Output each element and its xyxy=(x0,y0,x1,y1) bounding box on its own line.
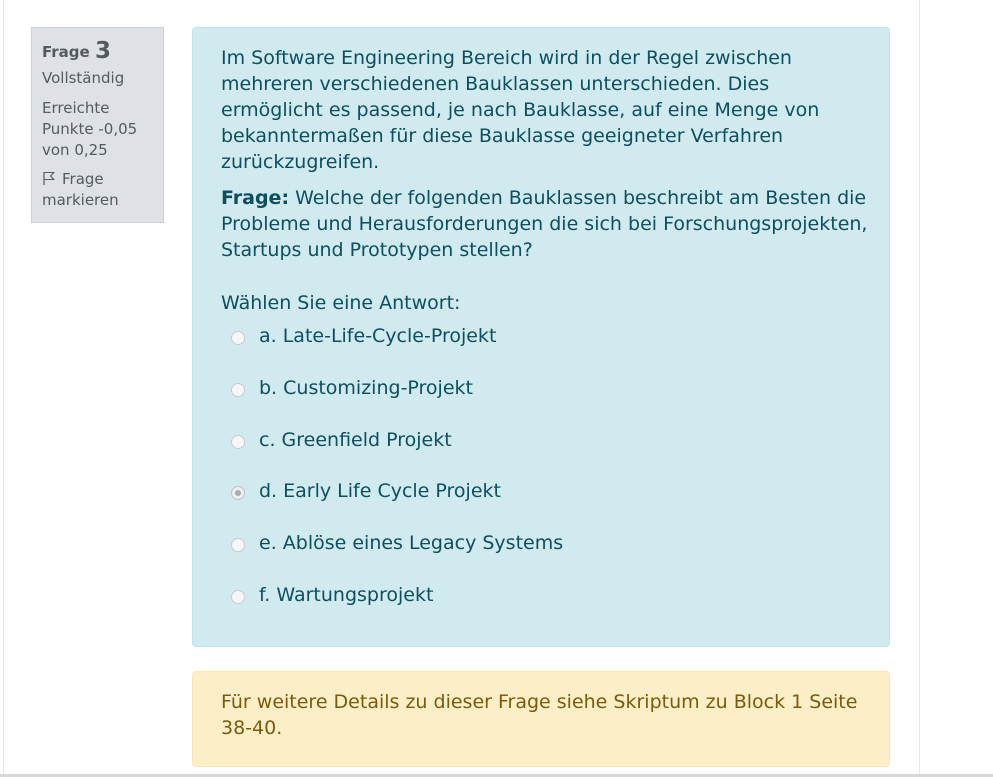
answer-radio-b[interactable] xyxy=(231,383,245,397)
question-content: Im Software Engineering Bereich wird in … xyxy=(192,27,890,647)
answer-label-e: e. Ablöse eines Legacy Systems xyxy=(259,532,564,554)
question-number: 3 xyxy=(94,38,111,64)
answer-option-e[interactable]: e. Ablöse eines Legacy Systems xyxy=(231,530,563,556)
answer-option-b[interactable]: b. Customizing-Projekt xyxy=(231,375,473,401)
question-heading: Frage 3 xyxy=(42,38,153,64)
question-body: Welche der folgenden Bauklassen beschrei… xyxy=(221,187,868,261)
answer-label-b: b. Customizing-Projekt xyxy=(259,377,473,399)
answer-option-a[interactable]: a. Late-Life-Cycle-Projekt xyxy=(231,323,496,349)
answer-label-a: a. Late-Life-Cycle-Projekt xyxy=(259,325,497,347)
flag-icon xyxy=(43,171,55,185)
answer-radio-f[interactable] xyxy=(231,590,245,604)
answer-radio-c[interactable] xyxy=(231,435,245,449)
question-label: Frage xyxy=(42,43,90,61)
feedback-text: Für weitere Details zu dieser Frage sieh… xyxy=(221,691,858,739)
answer-prompt: Wählen Sie eine Antwort: xyxy=(221,292,461,314)
answer-label-d: d. Early Life Cycle Projekt xyxy=(259,480,501,502)
question-text: Frage: Welche der folgenden Bauklassen b… xyxy=(221,185,871,263)
answer-radio-e[interactable] xyxy=(231,538,245,552)
page-border-left xyxy=(3,0,4,777)
answer-label-f: f. Wartungsprojekt xyxy=(259,584,434,606)
page-border-right xyxy=(919,0,920,777)
answer-label-c: c. Greenfield Projekt xyxy=(259,429,452,451)
question-info-panel: Frage 3 Vollständig Erreichte Punkte -0,… xyxy=(31,27,164,223)
answer-option-d[interactable]: d. Early Life Cycle Projekt xyxy=(231,478,501,504)
feedback-box: Für weitere Details zu dieser Frage sieh… xyxy=(192,671,890,767)
question-grade: Erreichte Punkte -0,05 von 0,25 xyxy=(42,99,138,159)
question-intro-text: Im Software Engineering Bereich wird in … xyxy=(221,47,820,173)
answer-radio-a[interactable] xyxy=(231,331,245,345)
question-state: Vollständig xyxy=(42,69,125,87)
question-prefix: Frage: xyxy=(221,187,290,209)
answer-option-c[interactable]: c. Greenfield Projekt xyxy=(231,427,452,453)
flag-question-link[interactable]: Frage markieren xyxy=(42,169,153,211)
answer-radio-d[interactable] xyxy=(231,486,245,500)
answer-option-f[interactable]: f. Wartungsprojekt xyxy=(231,582,433,608)
